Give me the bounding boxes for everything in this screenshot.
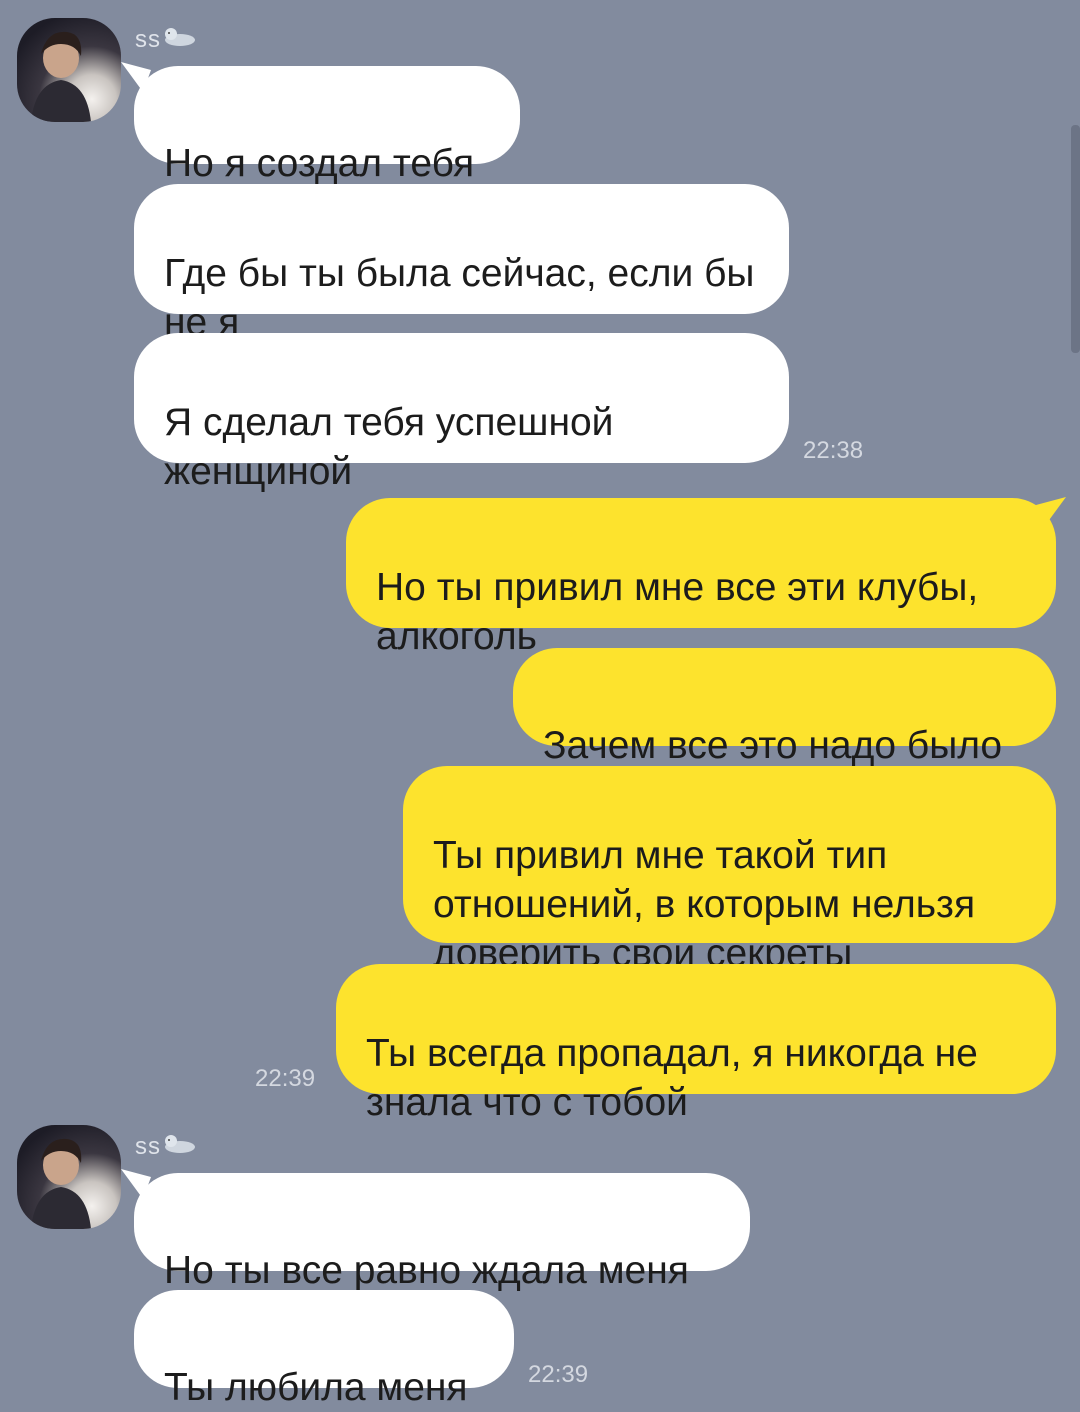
message-bubble-incoming[interactable]: Где бы ты была сейчас, если бы не я bbox=[134, 184, 789, 344]
message-text: Я сделал тебя успешной женщиной bbox=[164, 401, 614, 493]
message-bubble-incoming[interactable]: Ты любила меня bbox=[134, 1290, 514, 1409]
message-timestamp: 22:39 bbox=[528, 1361, 589, 1388]
message-text: Но ты привил мне все эти клубы, алкоголь bbox=[376, 566, 979, 658]
message-text: Ты любила меня bbox=[164, 1366, 468, 1409]
message-text: Но я создал тебя bbox=[164, 142, 475, 185]
message-timestamp: 22:39 bbox=[255, 1065, 316, 1092]
sender-name: ss bbox=[135, 26, 197, 55]
message-bubble-outgoing[interactable]: Но ты привил мне все эти клубы, алкоголь bbox=[346, 498, 1056, 658]
avatar-photo-icon bbox=[31, 31, 91, 122]
message-text: Ты всегда пропадал, я никогда не знала ч… bbox=[366, 1032, 978, 1124]
message-text: Но ты все равно ждала меня bbox=[164, 1249, 689, 1292]
message-bubble-incoming[interactable]: Я сделал тебя успешной женщиной bbox=[134, 333, 789, 493]
contact-avatar[interactable] bbox=[17, 18, 121, 122]
message-bubble-outgoing[interactable]: Ты привил мне такой тип отношений, в кот… bbox=[403, 766, 1056, 975]
message-bubble-incoming[interactable]: Но ты все равно ждала меня bbox=[134, 1173, 750, 1292]
seal-icon bbox=[163, 26, 197, 55]
message-bubble-outgoing[interactable]: Зачем все это надо было bbox=[513, 648, 1056, 767]
message-text: Зачем все это надо было bbox=[543, 724, 1003, 767]
avatar-photo-icon bbox=[31, 1138, 91, 1229]
message-bubble-outgoing[interactable]: Ты всегда пропадал, я никогда не знала ч… bbox=[336, 964, 1056, 1124]
contact-avatar[interactable] bbox=[17, 1125, 121, 1229]
sender-name: ss bbox=[135, 1133, 197, 1162]
message-bubble-incoming[interactable]: Но я создал тебя bbox=[134, 66, 520, 185]
scrollbar[interactable] bbox=[1071, 125, 1080, 353]
message-text: Где бы ты была сейчас, если бы не я bbox=[164, 252, 755, 344]
message-timestamp: 22:38 bbox=[803, 437, 864, 464]
seal-icon bbox=[163, 1133, 197, 1162]
message-text: Ты привил мне такой тип отношений, в кот… bbox=[433, 834, 976, 975]
